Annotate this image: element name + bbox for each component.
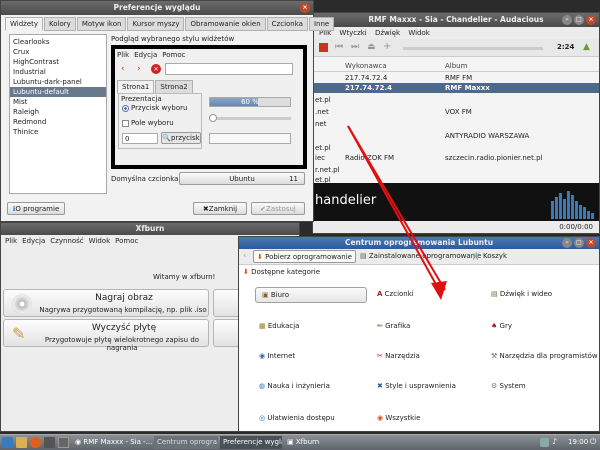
taskbar-item[interactable]: Preferencje wyglą... bbox=[220, 436, 282, 449]
power-icon[interactable]: ⏻ bbox=[590, 437, 596, 447]
taskbar-item[interactable]: ▣ Xfburn bbox=[284, 436, 338, 449]
xfburn-icon: ▣ bbox=[287, 438, 294, 446]
annotation-arrow bbox=[347, 125, 447, 300]
taskbar: ◉ RMF Maxxx - Sia -... Centrum oprogra..… bbox=[0, 434, 600, 450]
taskbar-label: Preferencje wyglą... bbox=[223, 438, 282, 446]
browser-icon[interactable] bbox=[30, 437, 41, 448]
taskbar-item[interactable]: ◉ RMF Maxxx - Sia -... bbox=[72, 436, 152, 449]
menu-icon[interactable] bbox=[2, 437, 13, 448]
desktop-icon[interactable] bbox=[44, 437, 55, 448]
taskbar-label: Xfburn bbox=[295, 438, 320, 446]
workspace-icon[interactable] bbox=[58, 437, 69, 448]
taskbar-label: Centrum oprogra... bbox=[157, 438, 218, 446]
clock: 19:00 bbox=[568, 438, 589, 446]
volume-icon[interactable]: ♪ bbox=[552, 437, 557, 446]
app-icon: ◉ bbox=[75, 438, 82, 446]
taskbar-item[interactable]: Centrum oprogra... bbox=[154, 436, 218, 449]
tray-icon[interactable] bbox=[540, 438, 549, 447]
taskbar-label: RMF Maxxx - Sia -... bbox=[83, 438, 152, 446]
files-icon[interactable] bbox=[16, 437, 27, 448]
